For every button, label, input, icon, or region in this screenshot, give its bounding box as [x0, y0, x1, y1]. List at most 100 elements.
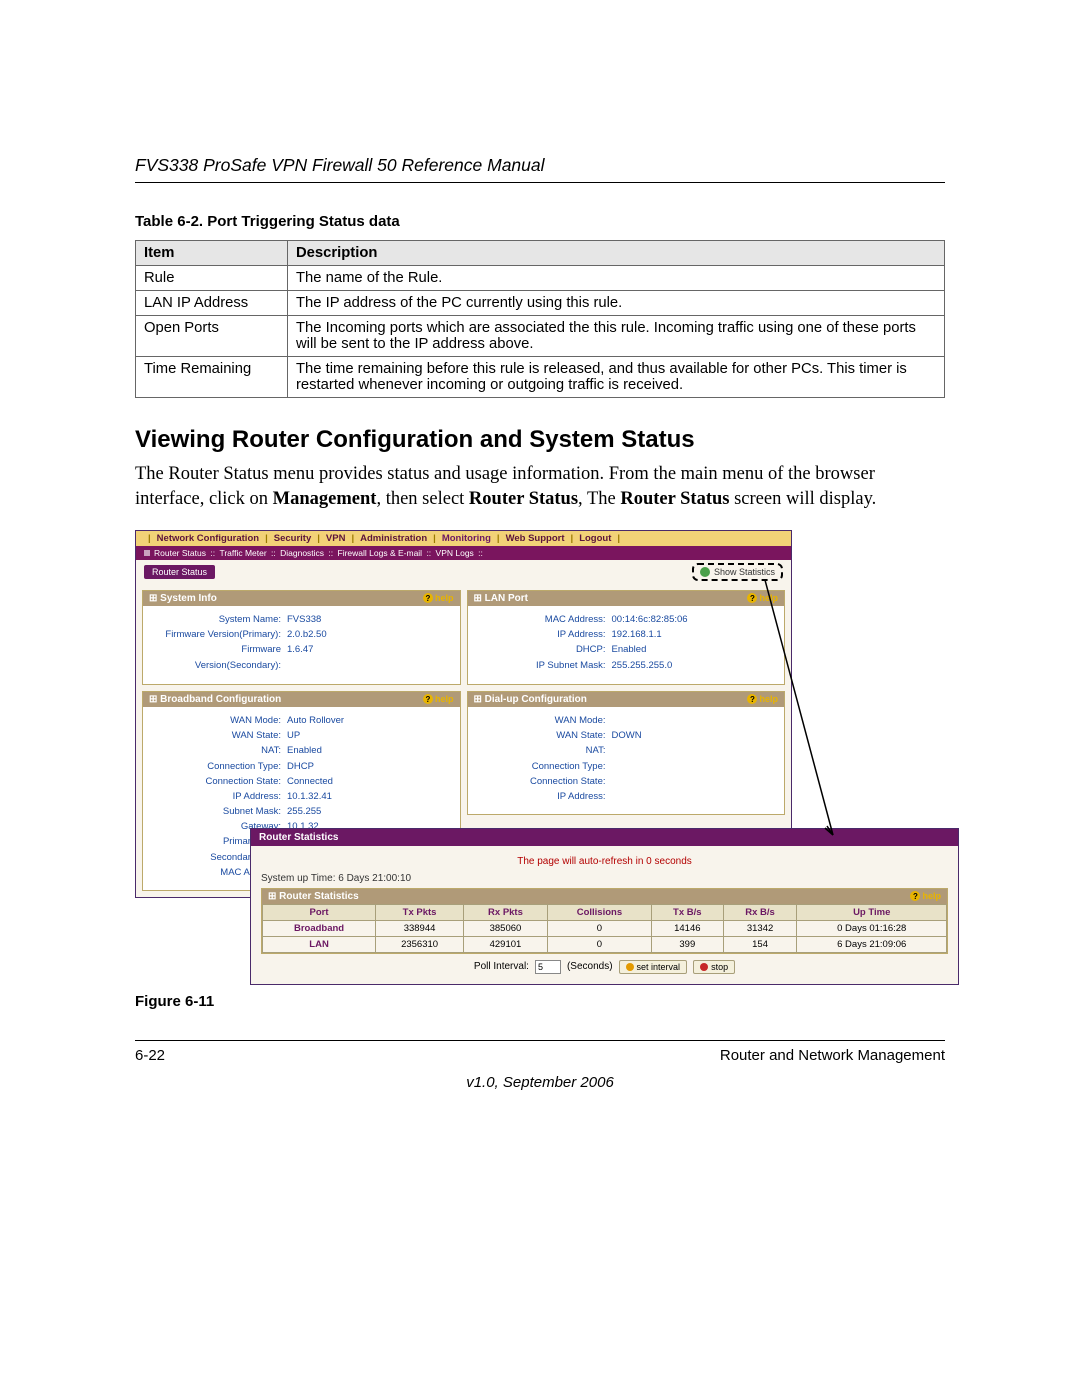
kv-value: DHCP — [287, 759, 314, 774]
table-row: Open PortsThe Incoming ports which are a… — [136, 316, 945, 357]
kv-row: Connection Type:DHCP — [153, 759, 450, 774]
kv-value: 2.0.b2.50 — [287, 627, 327, 642]
section-heading: Viewing Router Configuration and System … — [135, 426, 945, 454]
stats-header: Collisions — [547, 904, 651, 920]
stats-header: Rx B/s — [723, 904, 797, 920]
help-label: help — [922, 891, 941, 901]
tab-logout[interactable]: Logout — [579, 533, 611, 544]
tab-administration[interactable]: Administration — [360, 533, 427, 544]
kv-key: IP Address: — [478, 627, 612, 642]
kv-row: WAN Mode:Auto Rollover — [153, 713, 450, 728]
kv-key: Connection Type: — [478, 759, 612, 774]
kv-key: NAT: — [153, 743, 287, 758]
kv-value: Connected — [287, 774, 333, 789]
cell-item: LAN IP Address — [136, 291, 288, 316]
kv-key: System Name: — [153, 612, 287, 627]
cell-desc: The name of the Rule. — [288, 266, 945, 291]
th-desc: Description — [288, 241, 945, 266]
stop-label: stop — [711, 962, 728, 972]
body-bold: Router Status — [620, 489, 729, 509]
table-caption: Table 6-2. Port Triggering Status data — [135, 213, 945, 230]
table-row: Time RemainingThe time remaining before … — [136, 357, 945, 398]
stats-row: LAN235631042910103991546 Days 21:09:06 — [263, 936, 947, 952]
stats-port: Broadband — [263, 920, 376, 936]
panel-system-info: ⊞ System Info ?help System Name:FVS338Fi… — [142, 590, 461, 685]
kv-value: 192.168.1.1 — [612, 627, 662, 642]
kv-value: 255.255 — [287, 804, 321, 819]
stats-rx: 385060 — [464, 920, 548, 936]
stats-uptime: 6 Days 21:09:06 — [797, 936, 947, 952]
stats-tx: 2356310 — [376, 936, 464, 952]
router-status-button[interactable]: Router Status — [144, 565, 215, 579]
figure-caption: Figure 6-11 — [135, 993, 945, 1010]
stats-col: 0 — [547, 936, 651, 952]
kv-key: WAN Mode: — [478, 713, 612, 728]
subtab-router-status[interactable]: Router Status — [154, 548, 206, 558]
kv-key: NAT: — [478, 743, 612, 758]
chapter-name: Router and Network Management — [720, 1047, 945, 1064]
subtab-firewall-logs[interactable]: Firewall Logs & E-mail — [338, 548, 423, 558]
stats-tx: 338944 — [376, 920, 464, 936]
kv-value: 255.255.255.0 — [612, 658, 673, 673]
help-link[interactable]: ?help — [423, 593, 454, 603]
annotation-arrow — [703, 580, 903, 860]
subtab-diagnostics[interactable]: Diagnostics — [280, 548, 324, 558]
kv-row: WAN State:UP — [153, 728, 450, 743]
stats-header: Tx B/s — [651, 904, 723, 920]
subtab-traffic-meter[interactable]: Traffic Meter — [219, 548, 266, 558]
kv-row: Subnet Mask:255.255 — [153, 804, 450, 819]
set-icon — [626, 963, 634, 971]
help-link[interactable]: ?help — [910, 891, 941, 901]
system-uptime: System up Time: 6 Days 21:00:10 — [261, 873, 948, 884]
kv-value: Enabled — [287, 743, 322, 758]
kv-key: IP Address: — [153, 789, 287, 804]
kv-key: WAN State: — [153, 728, 287, 743]
play-icon — [700, 567, 710, 577]
kv-value: DOWN — [612, 728, 642, 743]
subtab-vpn-logs[interactable]: VPN Logs — [436, 548, 474, 558]
stats-port: LAN — [263, 936, 376, 952]
show-statistics-button[interactable]: Show Statistics — [692, 563, 783, 581]
cell-item: Open Ports — [136, 316, 288, 357]
kv-key: Connection State: — [153, 774, 287, 789]
kv-value: Enabled — [612, 642, 647, 657]
kv-key: DHCP: — [478, 642, 612, 657]
tab-vpn[interactable]: VPN — [326, 533, 346, 544]
body-paragraph: The Router Status menu provides status a… — [135, 462, 945, 512]
kv-key: IP Subnet Mask: — [478, 658, 612, 673]
kv-value: FVS338 — [287, 612, 321, 627]
help-link[interactable]: ?help — [423, 694, 454, 704]
th-item: Item — [136, 241, 288, 266]
tab-monitoring[interactable]: Monitoring — [442, 533, 491, 544]
tab-web-support[interactable]: Web Support — [506, 533, 565, 544]
toolbar: Router Status Show Statistics — [136, 560, 791, 584]
kv-key: Connection Type: — [153, 759, 287, 774]
poll-interval-input[interactable] — [535, 960, 561, 974]
set-interval-button[interactable]: set interval — [619, 960, 688, 974]
body-text: , then select — [376, 489, 468, 509]
stats-col: 0 — [547, 920, 651, 936]
page-number: 6-22 — [135, 1047, 165, 1064]
stats-txb: 14146 — [651, 920, 723, 936]
stop-button[interactable]: stop — [693, 960, 735, 974]
kv-row: System Name:FVS338 — [153, 612, 450, 627]
stats-rxb: 31342 — [723, 920, 797, 936]
panel-title: Router Statistics — [279, 891, 358, 902]
doc-header: FVS338 ProSafe VPN Firewall 50 Reference… — [135, 155, 945, 183]
port-triggering-table: Item Description RuleThe name of the Rul… — [135, 240, 945, 398]
sub-tabstrip: Router Status :: Traffic Meter :: Diagno… — [136, 546, 791, 560]
kv-row: NAT:Enabled — [153, 743, 450, 758]
cell-item: Rule — [136, 266, 288, 291]
tab-security[interactable]: Security — [274, 533, 312, 544]
panel-title: Broadband Configuration — [160, 694, 281, 705]
kv-key: MAC Address: — [478, 612, 612, 627]
cell-desc: The Incoming ports which are associated … — [288, 316, 945, 357]
kv-key: WAN Mode: — [153, 713, 287, 728]
poll-label: Poll Interval: — [474, 961, 529, 972]
tab-network-config[interactable]: Network Configuration — [157, 533, 259, 544]
stats-header: Rx Pkts — [464, 904, 548, 920]
kv-row: Firmware Version(Primary):2.0.b2.50 — [153, 627, 450, 642]
stats-header: Up Time — [797, 904, 947, 920]
kv-value: 10.1.32.41 — [287, 789, 332, 804]
cell-desc: The time remaining before this rule is r… — [288, 357, 945, 398]
